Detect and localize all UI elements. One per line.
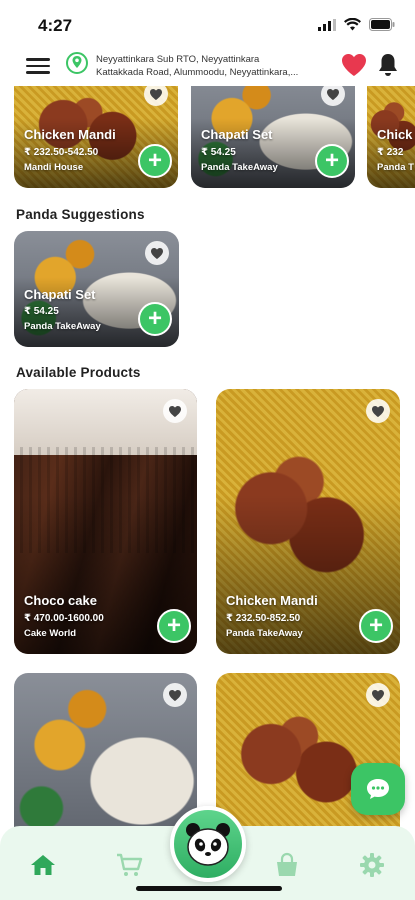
product-card[interactable]: Choco cake ₹ 470.00-1600.00 Cake World + (14, 389, 197, 654)
shop-name: Mandi House (24, 162, 84, 173)
status-icons (318, 18, 395, 31)
shop-name: Cake World (24, 628, 77, 639)
settings-icon (360, 853, 384, 877)
panda-home-button[interactable] (170, 806, 246, 882)
menu-button[interactable] (26, 54, 50, 76)
product-price: ₹ 54.25 (24, 306, 59, 317)
favorite-toggle-icon[interactable] (366, 683, 390, 707)
shop-name: Panda TakeAway (201, 162, 278, 173)
address-line-2: Kattakkada Road, Alummoodu, Neyyattinkar… (96, 67, 299, 78)
product-price: ₹ 470.00-1600.00 (24, 613, 104, 624)
status-bar: 4:27 (0, 0, 415, 48)
add-to-cart-button[interactable]: + (157, 609, 191, 643)
panda-icon (186, 823, 230, 866)
product-card[interactable]: Chick ₹ 232 Panda T (367, 72, 415, 188)
product-name: Chicken Mandi (24, 127, 116, 142)
delivery-address[interactable]: Neyyattinkara Sub RTO, Neyyattinkara Kat… (96, 53, 328, 79)
section-title-available: Available Products (16, 365, 141, 380)
signal-icon (318, 18, 336, 31)
product-card[interactable]: Chapati Set ₹ 54.25 Panda TakeAway + (14, 231, 179, 347)
nav-settings-button[interactable] (357, 850, 387, 880)
product-name: Chapati Set (24, 287, 96, 302)
nav-orders-button[interactable] (272, 850, 302, 880)
nav-home-button[interactable] (28, 850, 58, 880)
favorite-toggle-icon[interactable] (163, 683, 187, 707)
shop-name: Panda TakeAway (24, 321, 101, 332)
chat-bubble-icon (367, 779, 389, 799)
shopping-bag-icon (277, 852, 297, 876)
product-price: ₹ 232.50-542.50 (24, 147, 99, 158)
battery-icon (369, 18, 395, 31)
product-card[interactable]: Chapati Set ₹ 54.25 Panda TakeAway + (191, 72, 355, 188)
app-header: Neyyattinkara Sub RTO, Neyyattinkara Kat… (0, 48, 415, 86)
add-to-cart-button[interactable]: + (359, 609, 393, 643)
wifi-icon (344, 18, 361, 31)
shop-name: Panda TakeAway (226, 628, 303, 639)
location-pin-icon (66, 52, 88, 74)
product-price: ₹ 232.50-852.50 (226, 613, 301, 624)
product-card[interactable]: Chicken Mandi ₹ 232.50-852.50 Panda Take… (216, 389, 400, 654)
add-to-cart-button[interactable]: + (138, 144, 172, 178)
product-price: ₹ 232 (377, 147, 404, 158)
product-price: ₹ 54.25 (201, 147, 236, 158)
product-name: Chapati Set (201, 127, 273, 142)
notification-bell-icon[interactable] (376, 52, 400, 78)
favorites-heart-icon[interactable] (340, 52, 368, 78)
chat-button[interactable] (351, 763, 405, 815)
cart-icon (117, 853, 143, 876)
favorite-toggle-icon[interactable] (163, 399, 187, 423)
favorite-toggle-icon[interactable] (366, 399, 390, 423)
add-to-cart-button[interactable]: + (315, 144, 349, 178)
section-title-suggestions: Panda Suggestions (16, 207, 145, 222)
product-name: Choco cake (24, 593, 97, 608)
nav-cart-button[interactable] (114, 850, 144, 880)
status-time: 4:27 (38, 16, 73, 35)
add-to-cart-button[interactable]: + (138, 302, 172, 336)
home-icon (31, 855, 55, 875)
product-name: Chicken Mandi (226, 593, 318, 608)
home-indicator (136, 886, 282, 891)
shop-name: Panda T (377, 162, 414, 173)
product-card[interactable]: Chicken Mandi ₹ 232.50-542.50 Mandi Hous… (14, 72, 178, 188)
product-name: Chick (377, 127, 413, 142)
address-line-1: Neyyattinkara Sub RTO, Neyyattinkara (96, 54, 260, 65)
favorite-toggle-icon[interactable] (145, 241, 169, 265)
